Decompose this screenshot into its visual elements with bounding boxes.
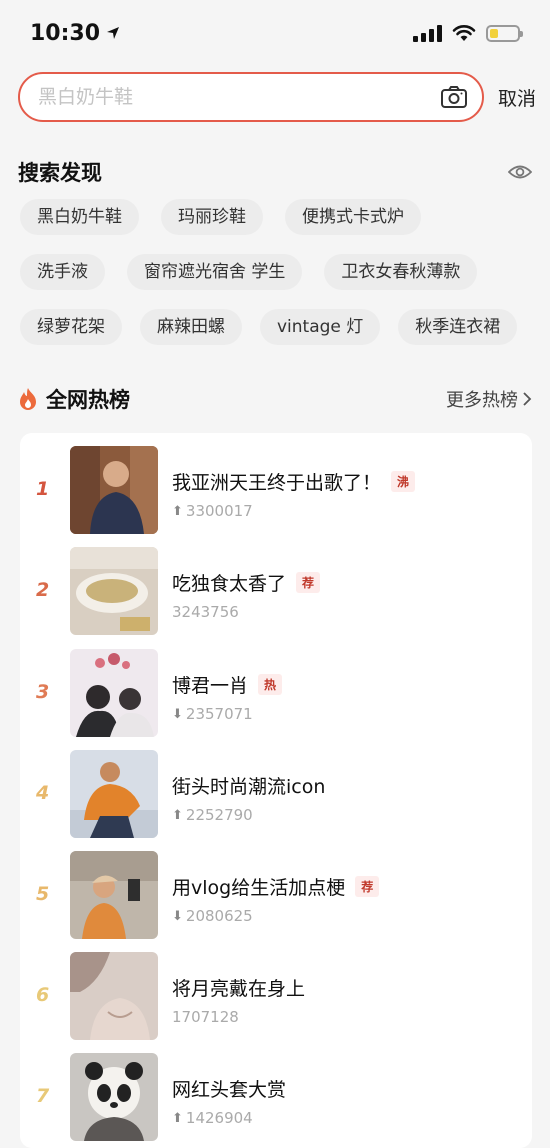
wifi-icon xyxy=(452,25,476,41)
tag-row: 黑白奶牛鞋 玛丽珍鞋 便携式卡式炉 xyxy=(20,199,540,235)
hot-count: ⬆ 3300017 xyxy=(172,502,253,520)
hot-list-item[interactable]: 7 网红头套大赏 ⬆ 1426904 xyxy=(20,1053,532,1143)
fire-icon xyxy=(20,388,36,410)
hot-item-title: 将月亮戴在身上 xyxy=(172,978,306,1000)
more-hot-link[interactable]: 更多热榜 xyxy=(446,386,532,412)
hot-count-value: 1707128 xyxy=(172,1008,239,1026)
discover-tag[interactable]: vintage 灯 xyxy=(260,309,381,345)
hot-item-title-row: 用vlog给生活加点梗 荐 xyxy=(172,873,380,900)
rank-number: 5 xyxy=(36,883,50,905)
hot-list: 1 我亚洲天王终于出歌了！ 沸 ⬆ 3300017 2 吃独食太香了 荐 324… xyxy=(20,433,532,1148)
hot-list-item[interactable]: 5 用vlog给生活加点梗 荐 ⬇ 2080625 xyxy=(20,851,532,941)
discover-title: 搜索发现 xyxy=(18,161,102,185)
trend-down-icon: ⬇ xyxy=(172,706,183,722)
status-time-text: 10:30 xyxy=(30,20,101,46)
hot-item-title: 博君一肖 xyxy=(172,675,249,697)
hot-item-title: 用vlog给生活加点梗 xyxy=(172,877,346,899)
hot-list-item[interactable]: 6 将月亮戴在身上 1707128 xyxy=(20,952,532,1042)
hot-thumbnail xyxy=(70,547,158,635)
rank-number: 7 xyxy=(36,1085,50,1107)
discover-tags: 黑白奶牛鞋 玛丽珍鞋 便携式卡式炉 洗手液 窗帘遮光宿舍 学生 卫衣女春秋薄款 … xyxy=(20,199,540,364)
hot-list-item[interactable]: 2 吃独食太香了 荐 3243756 xyxy=(20,547,532,637)
hot-thumbnail xyxy=(70,750,158,838)
location-arrow-icon xyxy=(107,27,120,39)
hot-badge: 沸 xyxy=(391,471,416,492)
cellular-signal-icon xyxy=(413,24,442,42)
tag-row: 洗手液 窗帘遮光宿舍 学生 卫衣女春秋薄款 xyxy=(20,254,540,290)
hot-count: 3243756 xyxy=(172,603,239,621)
discover-tag[interactable]: 绿萝花架 xyxy=(20,309,122,345)
status-bar: 10:30 xyxy=(0,0,550,66)
rank-number: 2 xyxy=(36,579,50,601)
hot-item-title: 我亚洲天王终于出歌了！ xyxy=(172,472,382,494)
hot-title-group: 全网热榜 xyxy=(18,384,130,414)
hot-item-title: 网红头套大赏 xyxy=(172,1079,287,1101)
hot-thumbnail xyxy=(70,649,158,737)
hot-badge: 热 xyxy=(258,674,283,695)
cancel-button[interactable]: 取消 xyxy=(498,84,536,111)
hot-item-title: 街头时尚潮流icon xyxy=(172,776,326,798)
hot-item-title-row: 街头时尚潮流icon xyxy=(172,772,325,799)
hot-list-item[interactable]: 1 我亚洲天王终于出歌了！ 沸 ⬆ 3300017 xyxy=(20,446,532,536)
hot-item-title: 吃独食太香了 xyxy=(172,573,287,595)
status-time: 10:30 xyxy=(30,21,120,46)
hot-list-item[interactable]: 4 街头时尚潮流icon ⬆ 2252790 xyxy=(20,750,532,840)
hot-count: ⬇ 2080625 xyxy=(172,907,253,925)
rank-number: 3 xyxy=(36,681,50,703)
hot-count-value: 2357071 xyxy=(185,705,253,723)
hot-thumbnail xyxy=(70,851,158,939)
hot-item-title-row: 吃独食太香了 荐 xyxy=(172,569,321,596)
hot-count-value: 3243756 xyxy=(172,603,239,621)
hot-count: ⬇ 2357071 xyxy=(172,705,253,723)
battery-icon xyxy=(486,24,523,42)
camera-icon[interactable] xyxy=(440,85,468,109)
hot-count: ⬆ 1426904 xyxy=(172,1109,253,1127)
hot-badge: 荐 xyxy=(355,876,380,897)
hot-count-value: 3300017 xyxy=(185,502,253,520)
hot-title: 全网热榜 xyxy=(46,388,130,412)
tag-row: 绿萝花架 麻辣田螺 vintage 灯 秋季连衣裙 xyxy=(20,309,540,345)
discover-tag[interactable]: 麻辣田螺 xyxy=(140,309,242,345)
discover-tag[interactable]: 玛丽珍鞋 xyxy=(161,199,263,235)
hot-count: 1707128 xyxy=(172,1008,239,1026)
hot-item-title-row: 网红头套大赏 xyxy=(172,1075,286,1102)
discover-header: 搜索发现 xyxy=(18,156,532,188)
trend-up-icon: ⬆ xyxy=(172,1110,183,1126)
eye-icon[interactable] xyxy=(508,164,532,180)
hot-thumbnail xyxy=(70,952,158,1040)
hot-count-value: 2252790 xyxy=(185,806,253,824)
hot-thumbnail xyxy=(70,446,158,534)
hot-thumbnail xyxy=(70,1053,158,1141)
hot-item-title-row: 将月亮戴在身上 xyxy=(172,974,305,1001)
discover-tag[interactable]: 秋季连衣裙 xyxy=(398,309,518,345)
hot-list-item[interactable]: 3 博君一肖 热 ⬇ 2357071 xyxy=(20,649,532,739)
rank-number: 4 xyxy=(36,782,50,804)
discover-tag[interactable]: 窗帘遮光宿舍 学生 xyxy=(127,254,303,290)
hot-badge: 荐 xyxy=(296,572,321,593)
trend-down-icon: ⬇ xyxy=(172,908,183,924)
discover-tag[interactable]: 黑白奶牛鞋 xyxy=(20,199,139,235)
hot-item-title-row: 博君一肖 热 xyxy=(172,671,283,698)
discover-tag[interactable]: 卫衣女春秋薄款 xyxy=(324,254,478,290)
search-bar: 取消 xyxy=(18,72,538,122)
search-input[interactable] xyxy=(38,86,440,108)
trend-up-icon: ⬆ xyxy=(172,503,183,519)
hot-count: ⬆ 2252790 xyxy=(172,806,253,824)
hot-count-value: 1426904 xyxy=(185,1109,253,1127)
hot-count-value: 2080625 xyxy=(185,907,253,925)
trend-up-icon: ⬆ xyxy=(172,807,183,823)
chevron-right-icon xyxy=(523,392,532,406)
rank-number: 1 xyxy=(36,478,50,500)
discover-tag[interactable]: 洗手液 xyxy=(20,254,105,290)
discover-tag[interactable]: 便携式卡式炉 xyxy=(285,199,421,235)
search-box[interactable] xyxy=(18,72,484,122)
rank-number: 6 xyxy=(36,984,50,1006)
hot-header: 全网热榜 更多热榜 xyxy=(18,384,532,414)
more-hot-label: 更多热榜 xyxy=(446,390,518,411)
status-icons xyxy=(413,24,523,42)
hot-item-title-row: 我亚洲天王终于出歌了！ 沸 xyxy=(172,468,416,495)
